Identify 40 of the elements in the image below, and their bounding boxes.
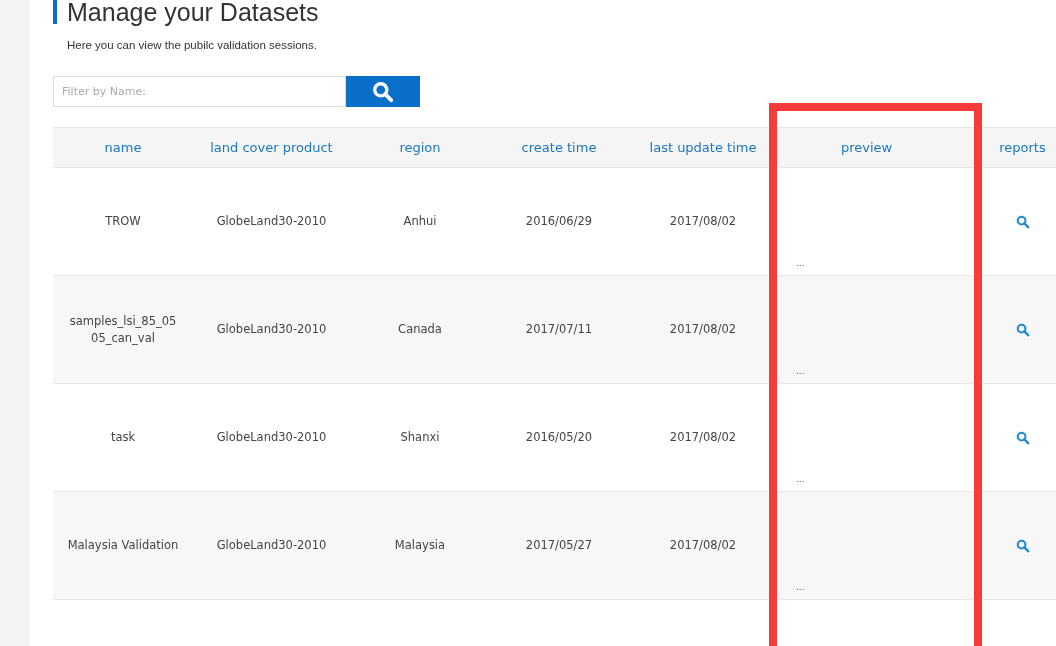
column-header: preview	[778, 127, 955, 168]
search-icon	[372, 80, 394, 103]
preview-text: ...	[796, 474, 805, 484]
table-cell: 2017/08/02	[669, 214, 737, 229]
column-header: create time	[490, 127, 628, 168]
table-cell: 2017/07/11	[525, 322, 593, 337]
filter-field[interactable]: Filter by Name:	[53, 76, 346, 108]
report-link[interactable]	[1015, 430, 1030, 445]
table-cell: 2016/05/20	[525, 430, 593, 445]
page-title: Manage your Datasets	[53, 0, 1056, 24]
table-cell: samples_lsi_85_05 05_can_val	[69, 313, 177, 345]
table-cell: Malaysia	[394, 538, 446, 553]
column-header: region	[350, 127, 490, 168]
table-cell: GlobeLand30-2010	[216, 538, 327, 553]
page-subtitle: Here you can view the pubilc validation sessions.	[67, 38, 318, 53]
preview-text: ...	[796, 366, 805, 376]
search-button[interactable]	[346, 76, 420, 108]
column-header: last update time	[628, 127, 778, 168]
table-cell: 2017/08/02	[669, 538, 737, 553]
column-header: name	[53, 127, 193, 168]
table-cell: task	[110, 430, 136, 445]
table-cell: 2016/06/29	[525, 214, 593, 229]
table-cell: Malaysia Validation	[67, 538, 179, 553]
report-link[interactable]	[1015, 322, 1030, 337]
table-cell: Canada	[398, 322, 442, 337]
table-cell: Shanxi	[400, 430, 440, 445]
table-cell: GlobeLand30-2010	[216, 430, 327, 445]
table-cell: 2017/05/27	[525, 538, 593, 553]
column-header: reports	[955, 127, 1056, 168]
report-link[interactable]	[1015, 538, 1030, 553]
table-cell: 2017/08/02	[669, 430, 737, 445]
table-cell: 2017/08/02	[669, 322, 737, 337]
column-header: land cover product	[193, 127, 350, 168]
preview-text: ...	[796, 582, 805, 592]
preview-text: ...	[796, 258, 805, 268]
table-cell: TROW	[105, 214, 141, 229]
table-cell: GlobeLand30-2010	[216, 214, 327, 229]
table-cell: GlobeLand30-2010	[216, 322, 327, 337]
table-cell: Anhui	[403, 214, 437, 229]
report-link[interactable]	[1015, 214, 1030, 229]
